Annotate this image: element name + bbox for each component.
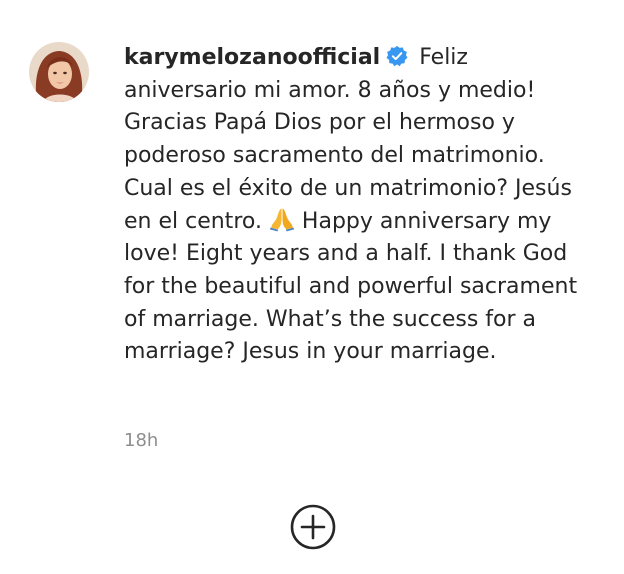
- caption-text-spanish: Feliz aniversario mi amor. 8 años y medi…: [124, 45, 572, 234]
- profile-photo: [29, 42, 89, 102]
- folded-hands-icon: [269, 206, 295, 232]
- post-timestamp[interactable]: 18h: [124, 430, 158, 451]
- plus-circle-icon[interactable]: [289, 503, 337, 551]
- post-caption: karymelozanoofficial Feliz aniversario m…: [124, 42, 594, 369]
- verified-badge-icon: [386, 45, 408, 67]
- username-link[interactable]: karymelozanoofficial: [124, 45, 380, 70]
- avatar[interactable]: [29, 42, 89, 102]
